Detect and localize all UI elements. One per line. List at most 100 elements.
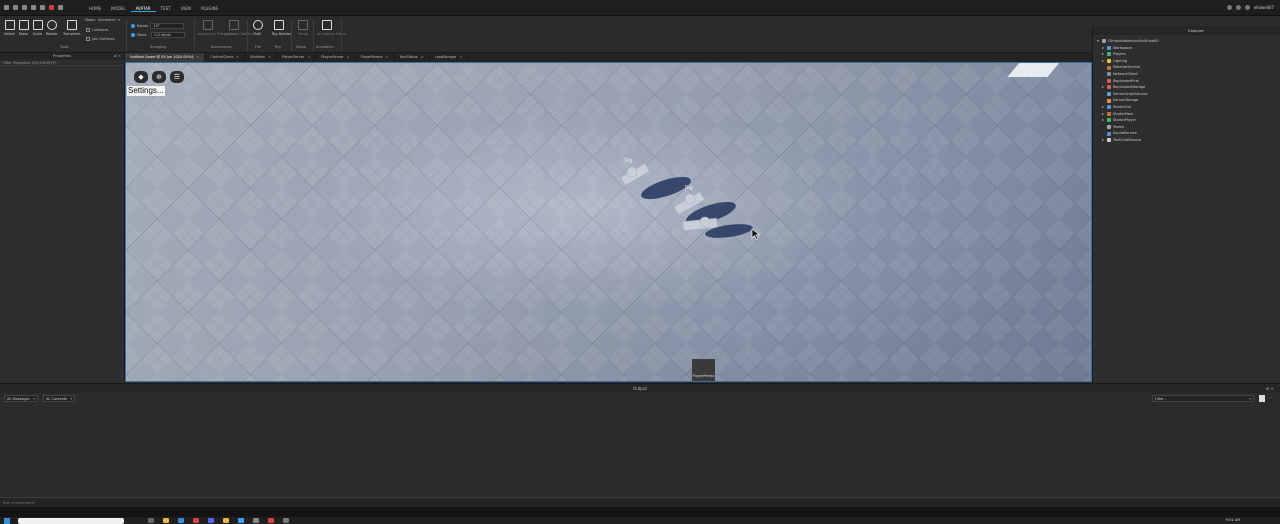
refresh-icon[interactable]	[1235, 5, 1241, 10]
service-icon	[1107, 138, 1111, 143]
document-tab[interactable]: ControlClient ×	[205, 53, 246, 62]
select-tool-button[interactable]: Select	[3, 20, 16, 36]
transform-tool-button[interactable]: Transform	[63, 20, 80, 36]
undo-icon[interactable]	[22, 5, 27, 10]
stop-icon[interactable]	[49, 5, 54, 10]
rotate-snap[interactable]: Rotate 15°	[131, 23, 185, 29]
menu-tab-view[interactable]: VIEW	[176, 6, 196, 12]
close-tab-icon[interactable]: ×	[236, 55, 239, 59]
contexts-filter-dropdown[interactable]: All Contexts ▾	[43, 395, 75, 402]
command-input[interactable]	[3, 499, 1273, 506]
menu-tab-test[interactable]: TEST	[156, 6, 176, 12]
close-tab-icon[interactable]: ×	[196, 55, 199, 59]
roblox-logo-icon[interactable]: ◆	[134, 71, 148, 83]
explorer-item[interactable]: ▸ StarterPlayer	[1097, 117, 1280, 124]
rotate-tool-button[interactable]: Rotate	[45, 20, 58, 36]
explorer-item[interactable]: ▸ ReplicatedStorage	[1097, 84, 1280, 91]
folder-icon[interactable]	[223, 518, 229, 523]
redo-icon[interactable]	[31, 5, 36, 10]
app-icon[interactable]	[283, 518, 289, 523]
file-explorer-icon[interactable]	[163, 518, 169, 523]
command-bar	[0, 497, 1280, 507]
service-icon	[1107, 105, 1111, 110]
notifications-icon[interactable]	[1244, 5, 1250, 10]
rig-builder-button[interactable]: Rig Builder	[272, 20, 291, 36]
save-icon[interactable]	[13, 5, 18, 10]
app-icon[interactable]	[268, 518, 274, 523]
more-options-icon[interactable]: ⋯	[1268, 395, 1272, 400]
properties-filter-input[interactable]: Filter Properties (Ctrl+Shift+P)	[0, 60, 124, 66]
explorer-item[interactable]: NetworkClient	[1097, 71, 1280, 78]
3d-viewport[interactable]: ◆ ⊕ ☰ Settings... Rig Rig PlayerPerma	[125, 62, 1092, 382]
rotate-snap-input[interactable]: 15°	[150, 23, 185, 29]
roblox-studio-icon[interactable]	[238, 518, 244, 523]
close-icon[interactable]: ⊠ ✕	[1266, 384, 1274, 393]
explorer-item[interactable]: ▸ TextChatService	[1097, 137, 1280, 144]
edge-icon[interactable]	[178, 518, 184, 523]
username-label[interactable]: ellowell07	[1254, 5, 1274, 10]
explorer-item[interactable]: ▸ Lighting	[1097, 58, 1280, 65]
menu-tab-model[interactable]: MODEL	[106, 6, 130, 12]
close-tab-icon[interactable]: ×	[421, 55, 424, 59]
menu-tab-plugins[interactable]: PLUGINS	[196, 6, 223, 12]
explorer-item[interactable]: Teams	[1097, 124, 1280, 131]
document-tab[interactable]: Shirtfam ×	[245, 53, 277, 62]
play-icon[interactable]	[40, 5, 45, 10]
task-view-icon[interactable]	[148, 518, 154, 523]
explorer-item[interactable]: ▸ StarterGui	[1097, 104, 1280, 111]
menu-tab-avatar[interactable]: AVATAR	[130, 6, 156, 12]
document-tab[interactable]: PlayerServer ×	[316, 53, 356, 62]
setup-button[interactable]: Setup	[295, 20, 311, 36]
explorer-item[interactable]: ServerStorage	[1097, 97, 1280, 104]
clear-output-icon[interactable]	[1259, 395, 1265, 402]
animation-editor-button[interactable]: Animation Editor	[317, 20, 346, 36]
menu-tabs: HOME MODEL AVATAR TEST VIEW PLUGINS	[84, 6, 223, 12]
mode-selector[interactable]: Mode: Geometric ▾	[85, 18, 120, 22]
clock[interactable]: 9:54 AM	[1226, 518, 1240, 522]
close-tab-icon[interactable]: ×	[386, 55, 389, 59]
explorer-item[interactable]: SoundService	[1097, 130, 1280, 137]
collisions-checkbox[interactable]: Collisions	[86, 28, 108, 32]
chrome-icon[interactable]	[193, 518, 199, 523]
move-snap[interactable]: Move 0.2 studs	[131, 32, 186, 38]
explorer-item[interactable]: ▸ Workspace	[1097, 45, 1280, 52]
document-tab[interactable]: TextStatus ×	[395, 53, 430, 62]
mode-value[interactable]: Geometric	[98, 18, 116, 22]
layered-clothing-button[interactable]: Layered Clothing	[224, 20, 254, 36]
move-tool-button[interactable]: Move	[17, 20, 30, 36]
camera-icon[interactable]: ⊕	[152, 71, 166, 83]
scale-tool-button[interactable]: Scale	[31, 20, 44, 36]
close-icon[interactable]: ⊠ ✕	[114, 53, 121, 60]
discord-icon[interactable]	[208, 518, 214, 523]
messages-filter-dropdown[interactable]: All Messages ▾	[4, 395, 38, 402]
output-search-input[interactable]: Filter... ▾	[1152, 395, 1254, 402]
close-tab-icon[interactable]: ×	[307, 55, 310, 59]
explorer-item[interactable]: MaterialService	[1097, 64, 1280, 71]
accessory-fitting-tool-button[interactable]: Accessory Fitting Tool	[198, 20, 236, 36]
explorer-item[interactable]: ▸ StarterPack	[1097, 111, 1280, 118]
explorer-item[interactable]: ReplicatedFirst	[1097, 78, 1280, 85]
plugin-thumbnail[interactable]: PlayerPerma	[692, 359, 715, 381]
file-icon[interactable]	[4, 5, 9, 10]
chat-icon[interactable]: ☰	[170, 71, 184, 83]
document-tab[interactable]: Untitled Game @ 09 Jun 2024 09:54 ×	[125, 53, 206, 62]
share-icon[interactable]	[1226, 5, 1232, 10]
taskbar-search[interactable]	[18, 518, 124, 524]
explorer-item[interactable]: ServerScriptService	[1097, 91, 1280, 98]
close-tab-icon[interactable]: ×	[268, 55, 271, 59]
close-tab-icon[interactable]: ×	[459, 55, 462, 59]
move-snap-input[interactable]: 0.2 studs	[151, 32, 186, 38]
group-label-snapping: Snapping	[150, 45, 167, 49]
explorer-item[interactable]: ▸ Players	[1097, 51, 1280, 58]
document-tab[interactable]: LoadSample ×	[430, 53, 469, 62]
dropdown-icon[interactable]	[58, 5, 63, 10]
explorer-item[interactable]: ▾ ClimateAdventureUnlitiledV0	[1097, 38, 1280, 45]
start-menu-icon[interactable]	[4, 518, 10, 524]
document-tab[interactable]: PlayerServer ×	[277, 53, 317, 62]
close-tab-icon[interactable]: ×	[347, 55, 350, 59]
app-icon[interactable]	[253, 518, 259, 523]
edit-button[interactable]: Edit	[251, 20, 264, 36]
menu-tab-home[interactable]: HOME	[84, 6, 106, 12]
join-surfaces-checkbox[interactable]: Join Surfaces	[86, 37, 115, 41]
document-tab[interactable]: PlayerPerma ×	[356, 53, 395, 62]
